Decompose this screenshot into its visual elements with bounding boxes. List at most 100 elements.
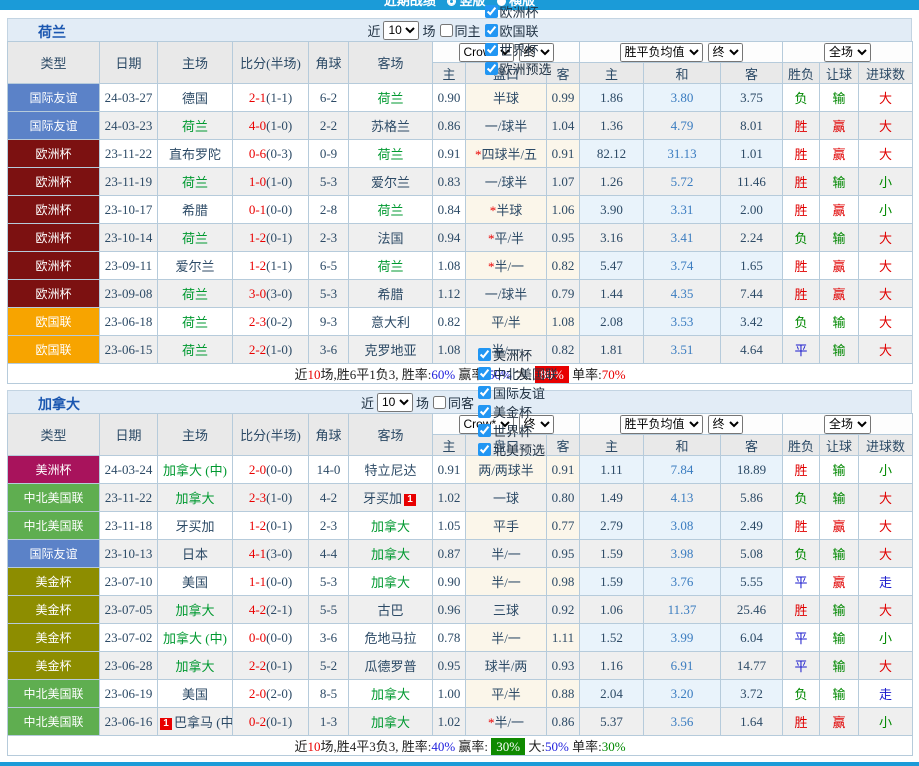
avg-odds-select[interactable]: 胜平负均值 bbox=[619, 42, 703, 62]
cell-handicap-line: 一球 bbox=[465, 483, 547, 512]
cell-avg-odds-draw: 3.99 bbox=[643, 623, 721, 652]
cell-date: 23-09-08 bbox=[99, 279, 158, 308]
cell-home-team: 加拿大 bbox=[157, 483, 233, 512]
same-venue-filter[interactable]: 同客 bbox=[432, 393, 474, 412]
cell-away-team: 意大利 bbox=[348, 307, 433, 336]
cell-competition-type: 欧国联 bbox=[7, 307, 100, 336]
competition-checkbox[interactable] bbox=[478, 424, 492, 437]
competition-filter[interactable]: 欧洲预选 bbox=[484, 59, 552, 78]
competition-checkbox[interactable] bbox=[484, 4, 498, 18]
cell-avg-odds-home: 1.26 bbox=[579, 167, 644, 196]
competition-filter[interactable]: 欧国联 bbox=[484, 21, 552, 40]
competition-checkbox[interactable] bbox=[478, 405, 492, 418]
cell-home-team: 爱尔兰 bbox=[157, 251, 233, 280]
cell-handicap-odds-home: 0.84 bbox=[432, 195, 466, 224]
subcol-goals: 进球数 bbox=[858, 434, 914, 456]
same-venue-checkbox[interactable] bbox=[433, 395, 446, 409]
cell-away-team: 希腊 bbox=[348, 279, 433, 308]
same-venue-filter[interactable]: 同主 bbox=[439, 21, 481, 40]
cell-handicap-result: 赢 bbox=[819, 567, 860, 596]
competition-checkbox[interactable] bbox=[478, 386, 492, 399]
cell-score: 1-1(0-0) bbox=[232, 567, 309, 596]
cell-score: 4-2(2-1) bbox=[232, 595, 309, 624]
cell-handicap-line: *平/半 bbox=[465, 223, 547, 252]
cell-outcome: 负 bbox=[782, 83, 821, 112]
cell-handicap-odds-home: 0.91 bbox=[432, 139, 466, 168]
cell-avg-odds-home: 1.16 bbox=[579, 651, 644, 680]
cell-competition-type: 国际友谊 bbox=[7, 111, 100, 140]
cell-date: 23-07-10 bbox=[99, 567, 158, 596]
cell-handicap-odds-away: 1.06 bbox=[546, 195, 580, 224]
cell-goals-result: 小 bbox=[858, 707, 914, 736]
competition-filter[interactable]: 美洲杯 bbox=[477, 345, 558, 364]
competition-filter[interactable]: 世界杯 bbox=[484, 40, 552, 59]
subcol-outcome: 胜负 bbox=[782, 434, 821, 456]
competition-checkbox[interactable] bbox=[484, 61, 498, 75]
cell-competition-type: 美金杯 bbox=[7, 595, 100, 624]
competition-label: 欧国联 bbox=[499, 23, 539, 39]
subcol-avg-away: 客 bbox=[719, 62, 784, 84]
cell-handicap-result: 输 bbox=[819, 455, 860, 484]
match-row: 美金杯 23-06-28 加拿大 2-2(0-1) 5-2 瓜德罗普 0.95 球半/两 0.9… bbox=[7, 651, 914, 680]
competition-checkbox[interactable] bbox=[484, 23, 498, 37]
scope-select[interactable]: 全场 bbox=[824, 42, 872, 62]
competition-label: 美金杯 bbox=[493, 405, 533, 420]
cell-avg-odds-away: 1.01 bbox=[719, 139, 784, 168]
cell-avg-odds-away: 8.01 bbox=[719, 111, 784, 140]
cell-score: 2-0(0-0) bbox=[232, 455, 309, 484]
cell-goals-result: 大 bbox=[858, 335, 914, 364]
same-venue-checkbox[interactable] bbox=[439, 23, 453, 37]
competition-checkbox[interactable] bbox=[478, 367, 492, 380]
match-row: 欧洲杯 23-10-14 荷兰 1-2(0-1) 2-3 法国 0.94 *平/半 0.95 3.… bbox=[7, 223, 914, 252]
cell-avg-odds-away: 3.42 bbox=[719, 307, 784, 336]
match-row: 中北美国联 23-11-22 加拿大 2-3(1-0) 4-2 牙买加 1 1.02 一球 0.8… bbox=[7, 483, 914, 512]
recent-count-select[interactable]: 10 bbox=[383, 20, 420, 40]
summary-text: 近10场,胜4平3负3, 胜率:40% 赢率: 30% 大:50% 单率:30% bbox=[6, 735, 914, 756]
col-header-score: 比分(半场) bbox=[232, 413, 309, 456]
recent-count-select[interactable]: 10 bbox=[376, 392, 413, 412]
cell-avg-odds-home: 1.11 bbox=[579, 455, 644, 484]
subcol-avg-draw: 和 bbox=[643, 434, 721, 456]
cell-avg-odds-draw: 3.41 bbox=[643, 223, 721, 252]
cell-date: 23-06-18 bbox=[99, 307, 158, 336]
competition-label: 中北美国联 bbox=[493, 367, 559, 382]
cell-avg-odds-home: 1.44 bbox=[579, 279, 644, 308]
cell-handicap-line: 球半/两 bbox=[465, 651, 547, 680]
cell-home-team: 加拿大 bbox=[157, 595, 233, 624]
cell-competition-type: 美金杯 bbox=[7, 623, 100, 652]
competition-filter[interactable]: 欧洲杯 bbox=[484, 2, 552, 21]
match-row: 欧洲杯 23-09-11 爱尔兰 1-2(1-1) 6-5 荷兰 1.08 *半/一 0.82 5… bbox=[7, 251, 914, 280]
competition-checkbox[interactable] bbox=[484, 42, 498, 56]
cell-avg-odds-away: 7.44 bbox=[719, 279, 784, 308]
avg-final-select[interactable]: 终 bbox=[707, 414, 743, 434]
col-header-type: 类型 bbox=[7, 41, 100, 84]
subcol-goals: 进球数 bbox=[858, 62, 914, 84]
competition-filter[interactable]: 北美预选 bbox=[477, 440, 558, 459]
competition-filter[interactable]: 国际友谊 bbox=[477, 383, 558, 402]
scope-select[interactable]: 全场 bbox=[824, 414, 872, 434]
competition-label: 世界杯 bbox=[493, 424, 533, 439]
competition-filter[interactable]: 中北美国联 bbox=[477, 364, 558, 383]
competition-filter[interactable]: 美金杯 bbox=[477, 402, 558, 421]
avg-final-select[interactable]: 终 bbox=[707, 42, 743, 62]
competition-checkbox[interactable] bbox=[478, 348, 492, 361]
cell-corners: 3-6 bbox=[308, 335, 349, 364]
competition-filter[interactable]: 世界杯 bbox=[477, 421, 558, 440]
cell-competition-type: 中北美国联 bbox=[7, 483, 100, 512]
cell-away-team: 荷兰 bbox=[348, 139, 433, 168]
cell-competition-type: 中北美国联 bbox=[7, 679, 100, 708]
cell-handicap-odds-home: 1.02 bbox=[432, 707, 466, 736]
avg-odds-select[interactable]: 胜平负均值 bbox=[619, 414, 703, 434]
same-venue-label: 同客 bbox=[448, 395, 475, 411]
competition-checkbox[interactable] bbox=[478, 443, 492, 456]
cell-competition-type: 美金杯 bbox=[7, 567, 100, 596]
cell-handicap-odds-home: 1.12 bbox=[432, 279, 466, 308]
cell-outcome: 负 bbox=[782, 483, 821, 512]
col-header-corner: 角球 bbox=[308, 41, 349, 84]
cell-handicap-result: 赢 bbox=[819, 707, 860, 736]
cell-corners: 6-5 bbox=[308, 251, 349, 280]
match-row: 国际友谊 23-10-13 日本 4-1(3-0) 4-4 加拿大 0.87 半/一 0.95 1… bbox=[7, 539, 914, 568]
cell-competition-type: 美金杯 bbox=[7, 651, 100, 680]
cell-avg-odds-home: 2.79 bbox=[579, 511, 644, 540]
cell-handicap-result: 赢 bbox=[819, 139, 860, 168]
